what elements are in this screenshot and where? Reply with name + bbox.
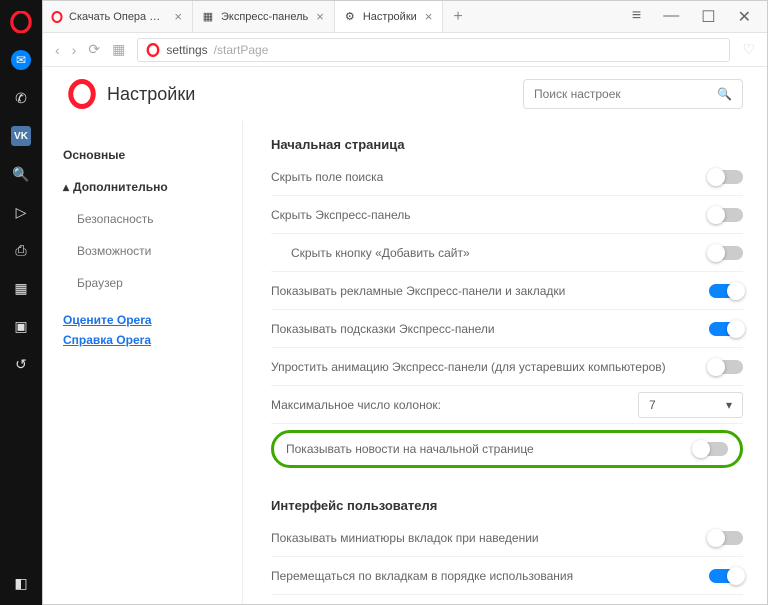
setting-row-show_thumbs: Показывать миниатюры вкладок при наведен… (271, 519, 743, 557)
nav-browser[interactable]: Браузер (63, 267, 242, 299)
setting-label: Скрыть кнопку «Добавить сайт» (291, 246, 709, 260)
settings-page: Настройки 🔍 Основные ▴Дополнительно Безо… (43, 67, 767, 604)
speed-dial-icon: ▦ (201, 10, 215, 24)
settings-search[interactable]: 🔍 (523, 79, 743, 109)
toggle-hide_speed[interactable] (709, 208, 743, 222)
nav-features[interactable]: Возможности (63, 235, 242, 267)
opera-url-icon (146, 43, 160, 57)
address-bar: ‹ › ⟳ ▦ settings/startPage ♡ (43, 33, 767, 67)
tab-settings[interactable]: ⚙ Настройки × (335, 1, 444, 32)
opera-tab-icon (51, 10, 63, 24)
opera-logo-icon[interactable] (9, 10, 33, 34)
toggle-show_thumbs[interactable] (709, 531, 743, 545)
minimize-button[interactable]: — (657, 3, 685, 31)
close-icon[interactable]: × (314, 9, 326, 24)
app-sidebar: ✉ ✆ VK 🔍 ▷ ⎙ ▦ ▣ ↺ ◧ (0, 0, 42, 605)
history-icon[interactable]: ↺ (9, 352, 33, 376)
reload-button[interactable]: ⟳ (88, 41, 100, 58)
url-path: /startPage (214, 43, 269, 57)
tab-label: Скачать Опера для комп (69, 11, 166, 23)
opera-logo-large-icon (67, 79, 97, 109)
bookmark-sb-icon[interactable]: ▣ (9, 314, 33, 338)
close-icon[interactable]: × (172, 9, 184, 24)
nav-basic[interactable]: Основные (63, 139, 242, 171)
settings-search-input[interactable] (534, 87, 717, 101)
toggle-hide_search[interactable] (709, 170, 743, 184)
help-opera-link[interactable]: Справка Opera (63, 333, 242, 347)
setting-label: Скрыть Экспресс-панель (271, 208, 709, 222)
tab-speed-dial[interactable]: ▦ Экспресс-панель × (193, 1, 335, 32)
messenger-icon[interactable]: ✉ (9, 48, 33, 72)
url-host: settings (166, 43, 207, 57)
page-header: Настройки 🔍 (43, 67, 767, 121)
search-sb-icon[interactable]: 🔍 (9, 162, 33, 186)
setting-row-show_news: Показывать новости на начальной странице (271, 430, 743, 468)
toggle-cycle_tabs[interactable] (709, 569, 743, 583)
toggle-hide_add_site[interactable] (709, 246, 743, 260)
setting-label: Перемещаться по вкладкам в порядке испол… (271, 569, 709, 583)
settings-body: Начальная страница Скрыть поле поиска Скры… (243, 121, 767, 604)
page-title: Настройки (107, 84, 195, 105)
tab-label: Настройки (363, 11, 417, 23)
easy-setup-icon[interactable]: ≡ (626, 3, 647, 31)
section-title: Интерфейс пользователя (271, 498, 743, 513)
url-input[interactable]: settings/startPage (137, 38, 730, 62)
new-tab-button[interactable]: + (443, 8, 472, 26)
setting-label: Показывать подсказки Экспресс-панели (271, 322, 709, 336)
snapshot-icon[interactable]: ⎙ (9, 238, 33, 262)
setting-label: Максимальное число колонок: (271, 398, 638, 412)
setting-row-show_ads: Показывать рекламные Экспресс-панели и з… (271, 272, 743, 310)
settings-nav: Основные ▴Дополнительно Безопасность Воз… (43, 121, 243, 604)
setting-row-hide_search: Скрыть поле поиска (271, 158, 743, 196)
vk-icon[interactable]: VK (9, 124, 33, 148)
setting-row-hide_add_site: Скрыть кнопку «Добавить сайт» (271, 234, 743, 272)
tab-label: Экспресс-панель (221, 11, 308, 23)
setting-label: Показывать миниатюры вкладок при наведен… (271, 531, 709, 545)
main-window: Скачать Опера для комп × ▦ Экспресс-пане… (42, 0, 768, 605)
gear-icon: ⚙ (343, 10, 357, 24)
forward-button[interactable]: › (72, 42, 77, 58)
setting-label: Упростить анимацию Экспресс-панели (для … (271, 360, 709, 374)
bookmark-heart-icon[interactable]: ♡ (742, 41, 755, 58)
close-icon[interactable]: × (423, 9, 435, 24)
setting-row-max_cols: Максимальное число колонок:7▾ (271, 386, 743, 424)
speed-dial-button[interactable]: ▦ (112, 41, 125, 58)
whatsapp-icon[interactable]: ✆ (9, 86, 33, 110)
chevron-down-icon: ▾ (726, 398, 732, 412)
setting-label: Показывать новости на начальной странице (286, 442, 694, 456)
back-button[interactable]: ‹ (55, 42, 60, 58)
setting-row-cycle_tabs: Перемещаться по вкладкам в порядке испол… (271, 557, 743, 595)
toggle-show_hints[interactable] (709, 322, 743, 336)
panel-toggle-icon[interactable]: ◧ (9, 571, 33, 595)
section-title: Начальная страница (271, 137, 743, 152)
toggle-show_ads[interactable] (709, 284, 743, 298)
setting-label: Скрыть поле поиска (271, 170, 709, 184)
tab-download-opera[interactable]: Скачать Опера для комп × (43, 1, 193, 32)
toggle-simplify_anim[interactable] (709, 360, 743, 374)
apps-icon[interactable]: ▦ (9, 276, 33, 300)
select-max_cols[interactable]: 7▾ (638, 392, 743, 418)
toggle-show_news[interactable] (694, 442, 728, 456)
nav-security[interactable]: Безопасность (63, 203, 242, 235)
search-icon: 🔍 (717, 87, 732, 101)
close-window-button[interactable]: ✕ (732, 3, 757, 31)
nav-advanced[interactable]: ▴Дополнительно (63, 171, 242, 203)
send-icon[interactable]: ▷ (9, 200, 33, 224)
select-value: 7 (649, 398, 656, 412)
chevron-down-icon: ▴ (63, 180, 73, 194)
maximize-button[interactable]: ☐ (695, 3, 721, 31)
tab-strip: Скачать Опера для комп × ▦ Экспресс-пане… (43, 1, 767, 33)
setting-row-simplify_anim: Упростить анимацию Экспресс-панели (для … (271, 348, 743, 386)
setting-row-hide_speed: Скрыть Экспресс-панель (271, 196, 743, 234)
setting-row-show_hints: Показывать подсказки Экспресс-панели (271, 310, 743, 348)
setting-label: Показывать рекламные Экспресс-панели и з… (271, 284, 709, 298)
rate-opera-link[interactable]: Оцените Opera (63, 313, 242, 327)
